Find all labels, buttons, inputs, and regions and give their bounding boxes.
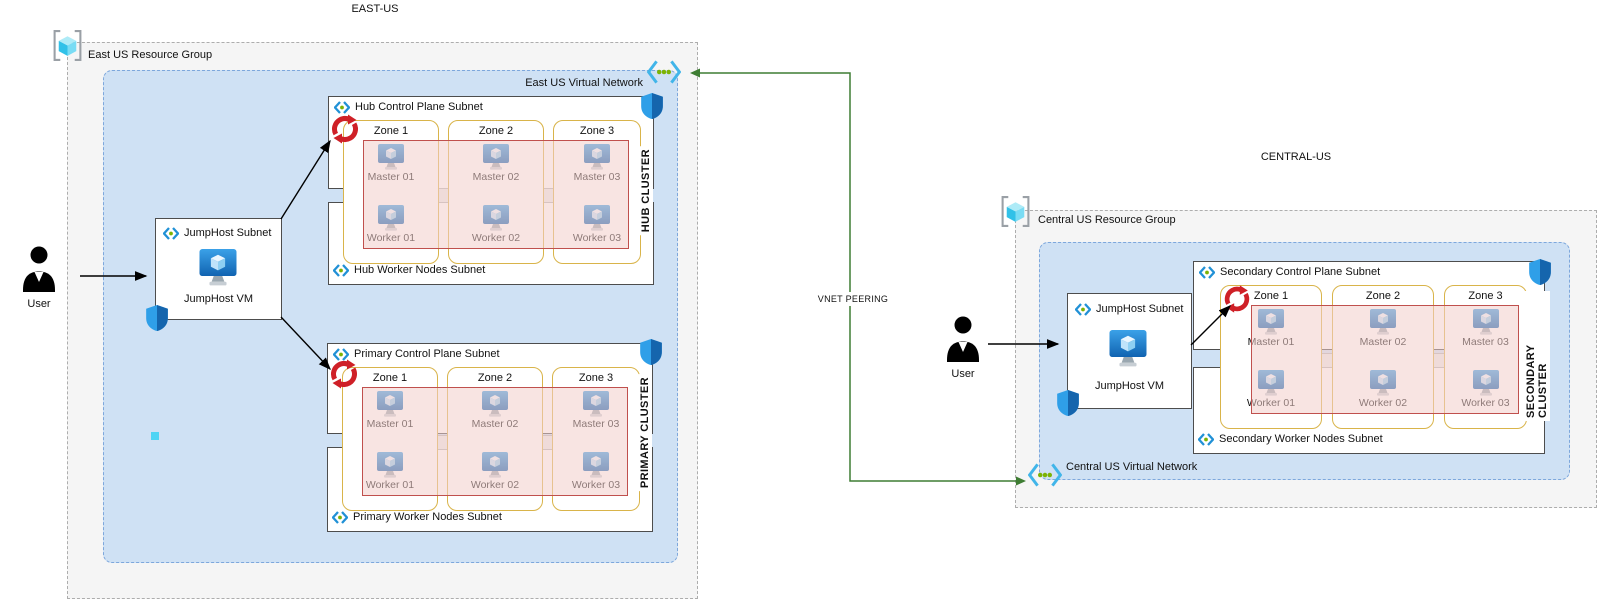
secondary-cluster-name: SECONDARY CLUSTER <box>1524 291 1550 421</box>
vnet-peering-label: VNET PEERING <box>798 292 908 306</box>
hub-worker-subnet-label: Hub Worker Nodes Subnet <box>354 264 486 276</box>
east-jumphost-subnet-box: JumpHost Subnet JumpHost VM <box>155 218 282 320</box>
user-icon <box>947 316 979 362</box>
central-jumphost-subnet-label: JumpHost Subnet <box>1096 303 1184 315</box>
central-jumphost-vm-label: JumpHost VM <box>1094 380 1165 392</box>
east-vnet-label: East US Virtual Network <box>525 77 643 89</box>
east-jumphost-vm-label: JumpHost VM <box>183 293 254 305</box>
central-user-label: User <box>951 368 975 380</box>
central-user: User <box>946 316 980 380</box>
central-vnet-icon <box>1028 462 1062 488</box>
central-resource-group-icon <box>999 195 1032 228</box>
primary-aks-cluster-icon <box>327 357 361 391</box>
primary-cluster-overlay <box>362 387 628 496</box>
central-vnet-label: Central US Virtual Network <box>1066 461 1198 473</box>
hub-worker-subnet-header: Hub Worker Nodes Subnet <box>333 264 485 277</box>
central-jumphost-vm-icon <box>1108 330 1148 367</box>
hub-cluster-name: HUB CLUSTER <box>635 136 657 246</box>
hub-control-subnet-label: Hub Control Plane Subnet <box>355 101 483 113</box>
central-jumphost-subnet-box: JumpHost Subnet JumpHost VM <box>1067 293 1192 409</box>
small-cyan-square <box>151 432 159 440</box>
zone-label: Zone 2 <box>1365 290 1401 302</box>
central-jumphost-subnet-header: JumpHost Subnet <box>1075 303 1183 316</box>
zone-label: Zone 3 <box>579 125 615 137</box>
secondary-worker-subnet-header: Secondary Worker Nodes Subnet <box>1198 433 1383 446</box>
zone-label: Zone 3 <box>1468 290 1503 302</box>
east-user-label: User <box>27 298 51 310</box>
east-jumphost-vm-icon <box>198 249 238 286</box>
hub-cluster-overlay <box>363 140 629 249</box>
diagram-canvas: EAST-US East US Resource Group East US V… <box>0 0 1600 606</box>
vnet-peering-line <box>700 72 1016 482</box>
subnet-icon <box>1198 433 1214 446</box>
subnet-icon <box>332 511 348 524</box>
central-jumphost-nsg-shield-icon <box>1057 390 1079 416</box>
zone-label: Zone 2 <box>478 125 514 137</box>
user-icon <box>23 246 55 292</box>
subnet-icon <box>1075 303 1091 316</box>
east-jumphost-nsg-shield-icon <box>146 305 168 331</box>
secondary-control-subnet-label: Secondary Control Plane Subnet <box>1220 266 1381 278</box>
secondary-cluster-overlay <box>1251 305 1519 414</box>
subnet-icon <box>163 227 179 240</box>
secondary-worker-subnet-label: Secondary Worker Nodes Subnet <box>1219 433 1383 445</box>
hub-nsg-shield-icon <box>641 93 663 119</box>
subnet-icon <box>333 264 349 277</box>
east-resource-group-icon <box>51 29 84 62</box>
east-jumphost-subnet-header: JumpHost Subnet <box>163 227 271 240</box>
central-region-title: CENTRAL-US <box>1260 151 1332 163</box>
hub-aks-cluster-icon <box>328 112 362 146</box>
east-resource-group-label: East US Resource Group <box>88 49 213 61</box>
subnet-icon <box>1199 266 1215 279</box>
east-user: User <box>22 246 56 310</box>
primary-nsg-shield-icon <box>640 339 662 365</box>
primary-cluster-name: PRIMARY CLUSTER <box>634 373 656 493</box>
zone-label: Zone 2 <box>477 372 513 384</box>
primary-worker-subnet-header: Primary Worker Nodes Subnet <box>332 511 502 524</box>
east-region-title: EAST-US <box>351 3 399 15</box>
secondary-aks-cluster-icon <box>1221 283 1253 315</box>
primary-worker-subnet-label: Primary Worker Nodes Subnet <box>353 511 502 523</box>
east-vnet-icon <box>647 59 681 85</box>
secondary-control-subnet-header: Secondary Control Plane Subnet <box>1199 266 1380 279</box>
primary-control-subnet-label: Primary Control Plane Subnet <box>354 348 500 360</box>
secondary-nsg-shield-icon <box>1529 259 1551 285</box>
central-resource-group-label: Central US Resource Group <box>1038 214 1176 226</box>
east-jumphost-subnet-label: JumpHost Subnet <box>184 227 272 239</box>
zone-label: Zone 3 <box>578 372 614 384</box>
